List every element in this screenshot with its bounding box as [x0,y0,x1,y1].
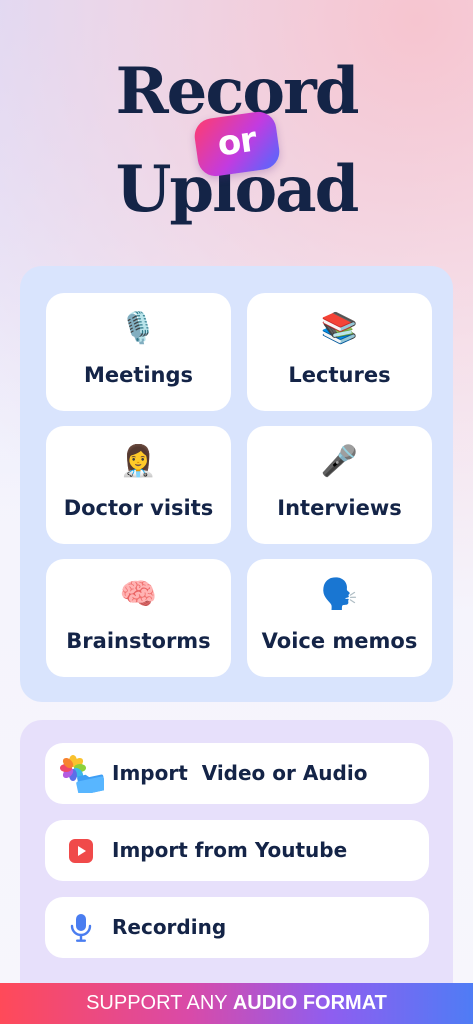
category-label: Lectures [288,363,391,387]
books-icon: 📚 [320,311,359,346]
photos-folder-icon [60,755,106,796]
category-label: Doctor visits [63,496,214,520]
banner-prefix: SUPPORT ANY [86,992,233,1014]
recording-label: Recording [112,915,227,939]
category-label: Brainstorms [66,629,211,653]
format-support-banner: SUPPORT ANY AUDIO FORMAT [0,983,473,1024]
category-label: Meetings [83,363,194,387]
category-label: Voice memos [261,629,418,653]
speaking-head-icon: 🗣️ [320,577,359,612]
import-video-audio-button[interactable]: Import Video or Audio [45,743,429,804]
studio-microphone-icon: 🎙️ [119,311,158,346]
youtube-play-icon [69,839,93,863]
category-brainstorms[interactable]: 🧠 Brainstorms [46,559,231,677]
category-voice-memos[interactable]: 🗣️ Voice memos [247,559,432,677]
microphone-icon [70,914,92,942]
or-badge-label: or [215,119,259,165]
doctor-icon: 👩‍⚕️ [119,444,158,479]
category-doctor-visits[interactable]: 👩‍⚕️ Doctor visits [46,426,231,544]
import-youtube-label: Import from Youtube [112,838,348,862]
recording-button[interactable]: Recording [45,897,429,958]
import-panel: Import Video or Audio Import from Youtub… [20,720,453,1010]
banner-highlight: AUDIO FORMAT [232,992,387,1014]
import-youtube-button[interactable]: Import from Youtube [45,820,429,881]
category-meetings[interactable]: 🎙️ Meetings [46,293,231,411]
import-video-audio-label: Import Video or Audio [112,761,368,785]
hero-header: Record Upload or [0,0,473,260]
brain-icon: 🧠 [119,577,158,612]
or-badge: or [192,109,282,179]
category-interviews[interactable]: 🎤 Interviews [247,426,432,544]
category-label: Interviews [277,496,402,520]
category-lectures[interactable]: 📚 Lectures [247,293,432,411]
microphone-icon: 🎤 [320,444,359,479]
use-case-panel: 🎙️ Meetings 📚 Lectures 👩‍⚕️ Doctor visit… [20,266,453,702]
